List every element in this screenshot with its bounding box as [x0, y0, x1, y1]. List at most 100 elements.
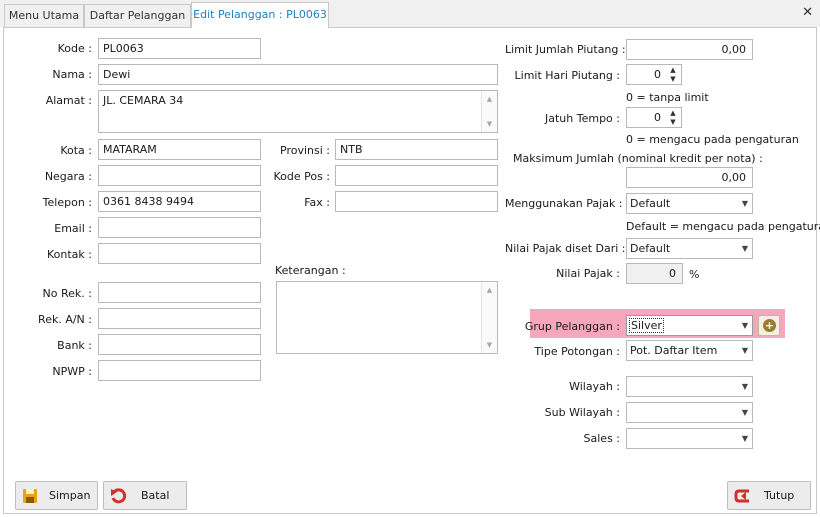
- stepper-down-icon[interactable]: ▼: [668, 118, 678, 126]
- scroll-up-icon[interactable]: ▲: [482, 95, 497, 103]
- tutup-button[interactable]: Tutup: [727, 481, 811, 510]
- kode-pos-label: Kode Pos :: [273, 170, 330, 183]
- provinsi-label: Provinsi :: [280, 144, 330, 157]
- chevron-down-icon[interactable]: ▼: [742, 316, 748, 335]
- grup-pelanggan-value: Silver: [629, 318, 664, 333]
- tipe-potongan-value: Pot. Daftar Item: [630, 344, 718, 357]
- batal-button[interactable]: Batal: [103, 481, 187, 510]
- pajak-value: Default: [630, 197, 671, 210]
- chevron-down-icon[interactable]: ▼: [742, 377, 748, 396]
- tab-daftar-pelanggan[interactable]: Daftar Pelanggan: [84, 4, 191, 27]
- tab-bar: Menu Utama Daftar Pelanggan Edit Pelangg…: [0, 0, 820, 28]
- kota-label: Kota :: [60, 144, 92, 157]
- kode-label: Kode :: [57, 42, 92, 55]
- bank-label: Bank :: [57, 339, 92, 352]
- nilai-pajak-dari-select[interactable]: Default ▼: [626, 238, 753, 259]
- stepper-up-icon[interactable]: ▲: [668, 109, 678, 117]
- chevron-down-icon[interactable]: ▼: [742, 403, 748, 422]
- sub-wilayah-label: Sub Wilayah :: [544, 406, 620, 419]
- limit-jumlah-label: Limit Jumlah Piutang :: [505, 43, 626, 56]
- undo-icon: [111, 488, 126, 504]
- no-rek-label: No Rek. :: [42, 287, 92, 300]
- alamat-value: JL. CEMARA 34: [103, 94, 184, 107]
- batal-label: Batal: [141, 489, 170, 502]
- sales-select[interactable]: ▼: [626, 428, 753, 449]
- chevron-down-icon[interactable]: ▼: [742, 429, 748, 448]
- tab-edit-pelanggan[interactable]: Edit Pelanggan : PL0063: [191, 2, 329, 28]
- negara-field[interactable]: [98, 165, 261, 186]
- provinsi-field[interactable]: NTB: [335, 139, 498, 160]
- wilayah-label: Wilayah :: [569, 380, 620, 393]
- tutup-label: Tutup: [764, 489, 795, 502]
- limit-hari-label: Limit Hari Piutang :: [514, 69, 620, 82]
- nama-label: Nama :: [52, 68, 92, 81]
- simpan-button[interactable]: Simpan: [15, 481, 98, 510]
- limit-jumlah-field[interactable]: 0,00: [626, 39, 753, 60]
- alamat-scrollbar[interactable]: ▲ ▼: [481, 91, 497, 132]
- scroll-down-icon[interactable]: ▼: [482, 120, 497, 128]
- rek-an-field[interactable]: [98, 308, 261, 329]
- negara-label: Negara :: [44, 170, 92, 183]
- sales-label: Sales :: [583, 432, 620, 445]
- chevron-down-icon[interactable]: ▼: [742, 239, 748, 258]
- chevron-down-icon[interactable]: ▼: [742, 341, 748, 360]
- npwp-field[interactable]: [98, 360, 261, 381]
- pajak-select[interactable]: Default ▼: [626, 193, 753, 214]
- maks-jumlah-field[interactable]: 0,00: [626, 167, 753, 188]
- keterangan-label: Keterangan :: [275, 264, 346, 277]
- limit-hari-note: 0 = tanpa limit: [626, 91, 709, 104]
- maks-jumlah-label: Maksimum Jumlah (nominal kredit per nota…: [513, 152, 763, 165]
- limit-hari-stepper[interactable]: 0 ▲ ▼: [626, 64, 682, 85]
- stepper-down-icon[interactable]: ▼: [668, 75, 678, 83]
- rek-an-label: Rek. A/N :: [38, 313, 92, 326]
- npwp-label: NPWP :: [52, 365, 92, 378]
- tipe-potongan-select[interactable]: Pot. Daftar Item ▼: [626, 340, 753, 361]
- kode-field[interactable]: PL0063: [98, 38, 261, 59]
- simpan-label: Simpan: [49, 489, 91, 502]
- pajak-label: Menggunakan Pajak :: [505, 197, 623, 210]
- grup-pelanggan-label: Grup Pelanggan :: [524, 320, 620, 333]
- nilai-pajak-dari-label: Nilai Pajak diset Dari :: [505, 242, 626, 255]
- alamat-textarea[interactable]: JL. CEMARA 34 ▲ ▼: [98, 90, 498, 133]
- fax-field[interactable]: [335, 191, 498, 212]
- telepon-field[interactable]: 0361 8438 9494: [98, 191, 261, 212]
- bank-field[interactable]: [98, 334, 261, 355]
- kontak-field[interactable]: [98, 243, 261, 264]
- scroll-down-icon[interactable]: ▼: [482, 341, 497, 349]
- plus-icon: +: [763, 319, 776, 332]
- nilai-pajak-field[interactable]: 0: [626, 263, 683, 284]
- nama-field[interactable]: Dewi: [98, 64, 498, 85]
- jatuh-tempo-label: Jatuh Tempo :: [545, 112, 620, 125]
- tipe-potongan-label: Tipe Potongan :: [534, 345, 620, 358]
- kontak-label: Kontak :: [47, 248, 92, 261]
- no-rek-field[interactable]: [98, 282, 261, 303]
- add-grup-button[interactable]: +: [758, 315, 780, 336]
- exit-icon: [734, 489, 749, 503]
- telepon-label: Telepon :: [42, 196, 92, 209]
- kode-pos-field[interactable]: [335, 165, 498, 186]
- close-icon[interactable]: ✕: [802, 5, 813, 20]
- nilai-pajak-dari-value: Default: [630, 242, 671, 255]
- email-field[interactable]: [98, 217, 261, 238]
- jatuh-tempo-note: 0 = mengacu pada pengaturan: [626, 133, 799, 146]
- nilai-pajak-label: Nilai Pajak :: [556, 267, 620, 280]
- fax-label: Fax :: [304, 196, 330, 209]
- scroll-up-icon[interactable]: ▲: [482, 286, 497, 294]
- save-icon: [23, 489, 37, 503]
- kota-field[interactable]: MATARAM: [98, 139, 261, 160]
- keterangan-textarea[interactable]: ▲ ▼: [276, 281, 498, 354]
- grup-pelanggan-select[interactable]: Silver ▼: [626, 315, 753, 336]
- stepper-up-icon[interactable]: ▲: [668, 66, 678, 74]
- limit-hari-value: 0: [654, 68, 661, 81]
- chevron-down-icon[interactable]: ▼: [742, 194, 748, 213]
- sub-wilayah-select[interactable]: ▼: [626, 402, 753, 423]
- jatuh-tempo-stepper[interactable]: 0 ▲ ▼: [626, 107, 682, 128]
- wilayah-select[interactable]: ▼: [626, 376, 753, 397]
- jatuh-tempo-value: 0: [654, 111, 661, 124]
- pajak-note: Default = mengacu pada pengaturan: [626, 220, 820, 233]
- email-label: Email :: [54, 222, 92, 235]
- keterangan-scrollbar[interactable]: ▲ ▼: [481, 282, 497, 353]
- alamat-label: Alamat :: [45, 94, 92, 107]
- nilai-pajak-unit: %: [689, 268, 700, 281]
- tab-menu-utama[interactable]: Menu Utama: [4, 4, 84, 27]
